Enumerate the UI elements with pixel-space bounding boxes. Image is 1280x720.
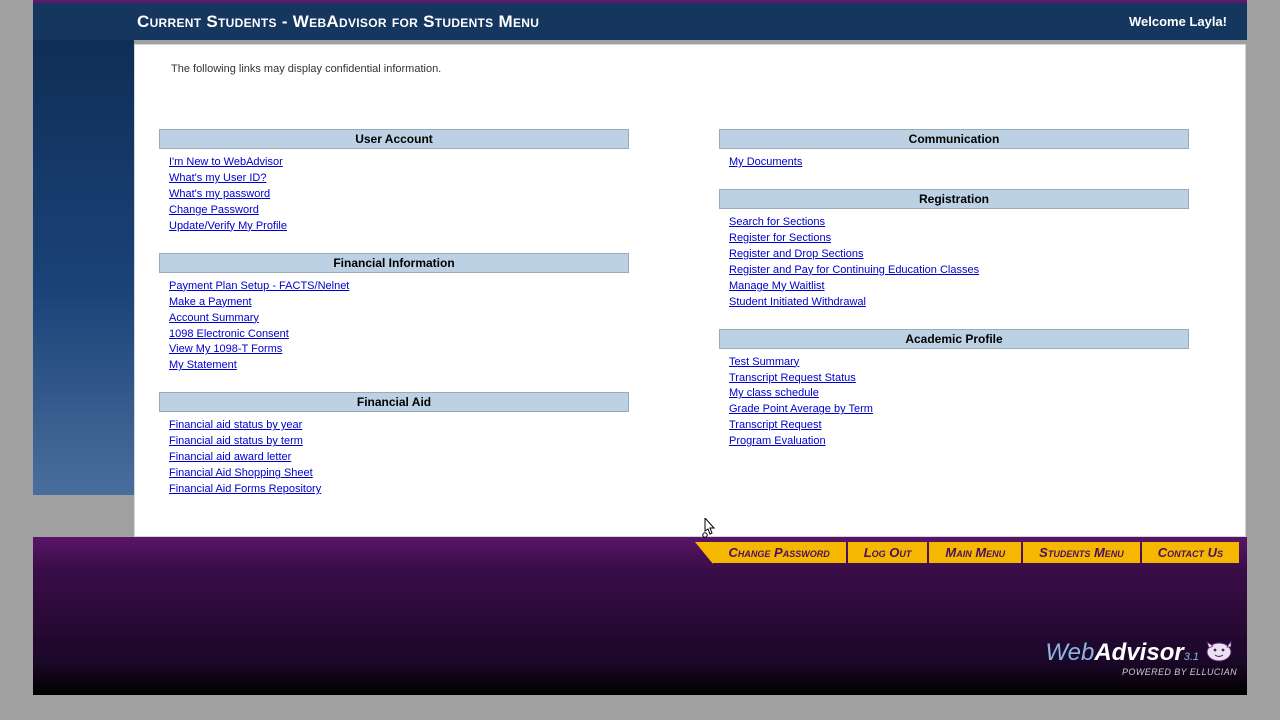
nav-tab-log-out[interactable]: Log Out (848, 542, 928, 563)
link-item[interactable]: Change Password (169, 203, 259, 219)
link-item[interactable]: Transcript Request Status (729, 371, 856, 387)
page-title: Current Students - WebAdvisor for Studen… (137, 12, 539, 32)
left-rail (33, 40, 134, 495)
link-item[interactable]: Program Evaluation (729, 434, 826, 450)
logo-web: Web (1045, 639, 1094, 666)
left-section-links: Payment Plan Setup - FACTS/NelnetMake a … (169, 279, 629, 375)
nav-tab-contact-us[interactable]: Contact Us (1142, 542, 1239, 563)
right-section-links: Search for SectionsRegister for Sections… (729, 215, 1189, 311)
link-item[interactable]: Financial aid award letter (169, 450, 291, 466)
right-column: Communication My Documents Registration Sea… (719, 129, 1189, 516)
right-section-head: Registration (719, 189, 1189, 209)
right-section-links: Test SummaryTranscript Request StatusMy … (729, 355, 1189, 451)
logo-version: 3.1 (1184, 651, 1199, 663)
link-item[interactable]: Register for Sections (729, 231, 831, 247)
columns: User AccountI'm New to WebAdvisorWhat's … (159, 99, 1221, 516)
left-section-links: Financial aid status by yearFinancial ai… (169, 418, 629, 498)
link-item[interactable]: Account Summary (169, 311, 259, 327)
mascot-icon (1205, 638, 1237, 664)
logo-advisor: Advisor (1094, 639, 1183, 666)
link-item[interactable]: Financial Aid Forms Repository (169, 482, 321, 498)
link-item[interactable]: Make a Payment (169, 295, 252, 311)
link-item[interactable]: View My 1098-T Forms (169, 342, 282, 358)
link-item[interactable]: Transcript Request (729, 418, 822, 434)
left-section-head: Financial Information (159, 253, 629, 273)
right-section-links: My Documents (729, 155, 1189, 171)
powered-by: POWERED BY ELLUCIAN (1045, 667, 1237, 677)
left-section-head: User Account (159, 129, 629, 149)
link-item[interactable]: Register and Pay for Continuing Educatio… (729, 263, 979, 279)
link-item[interactable]: Financial aid status by year (169, 418, 302, 434)
nav-tab-change-password[interactable]: Change Password (713, 542, 846, 563)
content-panel: The following links may display confiden… (134, 44, 1246, 537)
link-item[interactable]: Update/Verify My Profile (169, 219, 287, 235)
right-section-head: Academic Profile (719, 329, 1189, 349)
left-section-head: Financial Aid (159, 392, 629, 412)
left-section-links: I'm New to WebAdvisorWhat's my User ID?W… (169, 155, 629, 235)
footer-nav-wrap: Change PasswordLog OutMain MenuStudents … (33, 537, 1247, 695)
link-item[interactable]: Payment Plan Setup - FACTS/Nelnet (169, 279, 349, 295)
webadvisor-logo: WebAdvisor3.1 (1045, 639, 1199, 667)
nav-tabs: Change PasswordLog OutMain MenuStudents … (713, 542, 1239, 563)
app-frame: Current Students - WebAdvisor for Studen… (33, 0, 1247, 695)
link-item[interactable]: I'm New to WebAdvisor (169, 155, 283, 171)
link-item[interactable]: Test Summary (729, 355, 799, 371)
link-item[interactable]: Financial Aid Shopping Sheet (169, 466, 313, 482)
link-item[interactable]: 1098 Electronic Consent (169, 327, 289, 343)
welcome-text: Welcome Layla! (1129, 14, 1227, 29)
body-row: The following links may display confiden… (33, 40, 1247, 537)
link-item[interactable]: Manage My Waitlist (729, 279, 825, 295)
confidential-notice: The following links may display confiden… (159, 57, 1221, 99)
link-item[interactable]: Student Initiated Withdrawal (729, 295, 866, 311)
header-bar: Current Students - WebAdvisor for Studen… (33, 3, 1247, 40)
link-item[interactable]: What's my password (169, 187, 270, 203)
link-item[interactable]: My class schedule (729, 386, 819, 402)
nav-tab-main-menu[interactable]: Main Menu (929, 542, 1021, 563)
link-item[interactable]: Financial aid status by term (169, 434, 303, 450)
right-section-head: Communication (719, 129, 1189, 149)
link-item[interactable]: My Statement (169, 358, 237, 374)
link-item[interactable]: What's my User ID? (169, 171, 266, 187)
link-item[interactable]: Grade Point Average by Term (729, 402, 873, 418)
left-column: User AccountI'm New to WebAdvisorWhat's … (159, 129, 629, 516)
footer-logo: WebAdvisor3.1 POWERED BY ELLUCIAN (1045, 638, 1237, 677)
link-item[interactable]: My Documents (729, 155, 802, 171)
nav-tab-students-menu[interactable]: Students Menu (1023, 542, 1140, 563)
link-item[interactable]: Search for Sections (729, 215, 825, 231)
link-item[interactable]: Register and Drop Sections (729, 247, 864, 263)
